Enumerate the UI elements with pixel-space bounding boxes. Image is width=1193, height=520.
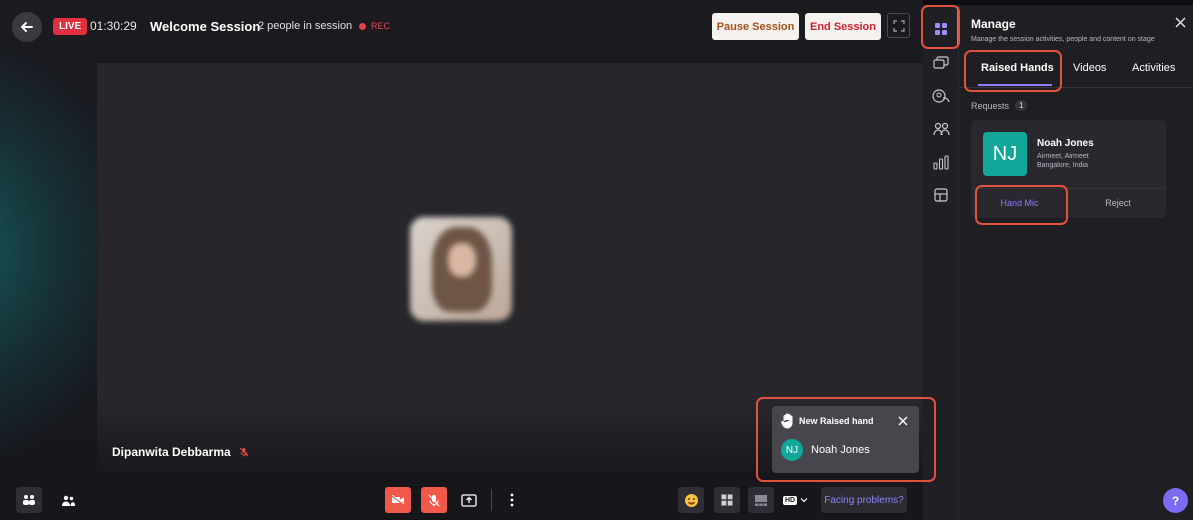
raised-hand-request-card: NJ Noah Jones Airmeet, Airmeet Bangalore… — [971, 120, 1166, 218]
live-badge: LIVE — [53, 18, 88, 35]
panel-subtitle: Manage the session activities, people an… — [971, 36, 1155, 43]
close-icon[interactable] — [898, 416, 908, 426]
chevron-down-icon — [800, 498, 808, 503]
chat-icon — [933, 56, 949, 69]
request-user-company: Airmeet, Airmeet — [1037, 153, 1089, 160]
help-button[interactable]: ? — [1163, 488, 1188, 513]
requests-count-badge: 1 — [1015, 100, 1028, 111]
request-user-location: Bangalore, India — [1037, 162, 1088, 169]
expand-icon — [892, 19, 905, 32]
arrow-left-icon — [21, 22, 33, 32]
rail-item-polls[interactable] — [930, 151, 952, 173]
side-rail — [923, 5, 959, 520]
people-icon — [61, 495, 75, 506]
emoji-icon — [684, 493, 698, 507]
grid-view-button[interactable] — [714, 487, 740, 513]
tab-videos[interactable]: Videos — [1073, 62, 1106, 74]
people-count: 2 people in session — [258, 20, 353, 32]
requests-header: Requests 1 — [971, 100, 1028, 111]
speaker-video-thumbnail — [410, 217, 512, 321]
mic-off-icon — [239, 447, 249, 457]
speaker-label: Dipanwita Debbarma — [112, 445, 249, 459]
notification-user-name: Noah Jones — [811, 444, 870, 456]
camera-toggle-button[interactable] — [385, 487, 411, 513]
quality-select[interactable]: HD — [783, 490, 814, 510]
recording-indicator: REC — [359, 21, 390, 31]
hd-label: HD — [783, 495, 798, 505]
session-title: Welcome Session — [150, 19, 261, 34]
close-icon[interactable] — [1175, 17, 1186, 28]
participants-button[interactable] — [58, 487, 78, 513]
manage-panel: Manage Manage the session activities, pe… — [959, 5, 1193, 520]
session-timer: 01:30:29 — [90, 19, 137, 33]
mic-toggle-button[interactable] — [421, 487, 447, 513]
hand-mic-button[interactable]: Hand Mic — [981, 188, 1058, 218]
tab-activities[interactable]: Activities — [1132, 62, 1175, 74]
bar-chart-icon — [933, 154, 949, 170]
rail-item-boards[interactable] — [930, 184, 952, 206]
raised-hand-notification: New Raised hand NJ Noah Jones — [772, 406, 919, 473]
stage-area: LIVE 01:30:29 Welcome Session 2 people i… — [0, 0, 923, 520]
panel-title: Manage — [971, 17, 1016, 31]
avatar: NJ — [781, 439, 803, 461]
toolbar-divider — [491, 489, 492, 511]
requests-label: Requests — [971, 100, 1010, 111]
notification-title: New Raised hand — [799, 416, 874, 426]
fullscreen-button[interactable] — [887, 13, 910, 38]
mic-off-icon — [428, 494, 440, 506]
tabs-divider — [959, 87, 1193, 88]
screen-share-icon — [461, 493, 477, 507]
video-off-icon — [391, 495, 405, 505]
rail-item-qna[interactable] — [930, 85, 952, 107]
layout-icon — [755, 494, 767, 506]
reactions-button[interactable] — [678, 487, 704, 513]
more-vertical-icon — [510, 493, 514, 507]
rail-item-people[interactable] — [930, 118, 952, 140]
facing-problems-link[interactable]: Facing problems? — [821, 487, 907, 513]
panel-tabs: Raised Hands Videos Activities — [971, 57, 1193, 87]
end-session-button[interactable]: End Session — [805, 13, 881, 40]
people-icon — [932, 122, 950, 136]
more-options-button[interactable] — [502, 487, 522, 513]
layout-view-button[interactable] — [748, 487, 774, 513]
layout-button[interactable] — [16, 487, 42, 513]
rec-label: REC — [371, 21, 391, 31]
apps-icon — [935, 23, 947, 35]
request-user-name: Noah Jones — [1037, 138, 1094, 149]
avatar: NJ — [983, 132, 1027, 176]
grid-icon — [721, 494, 733, 506]
board-icon — [934, 188, 948, 202]
active-tab-indicator — [978, 84, 1052, 86]
people-group-icon — [23, 495, 35, 505]
pause-session-button[interactable]: Pause Session — [712, 13, 799, 40]
question-chat-icon — [932, 88, 950, 103]
hand-icon — [781, 413, 793, 429]
tab-raised-hands[interactable]: Raised Hands — [981, 62, 1054, 74]
reject-button[interactable]: Reject — [1081, 188, 1155, 218]
rail-item-chat[interactable] — [930, 52, 952, 74]
rail-item-manage[interactable] — [930, 18, 952, 40]
share-screen-button[interactable] — [456, 487, 482, 513]
speaker-name: Dipanwita Debbarma — [112, 445, 231, 459]
back-button[interactable] — [12, 12, 42, 42]
record-dot-icon — [359, 22, 366, 30]
